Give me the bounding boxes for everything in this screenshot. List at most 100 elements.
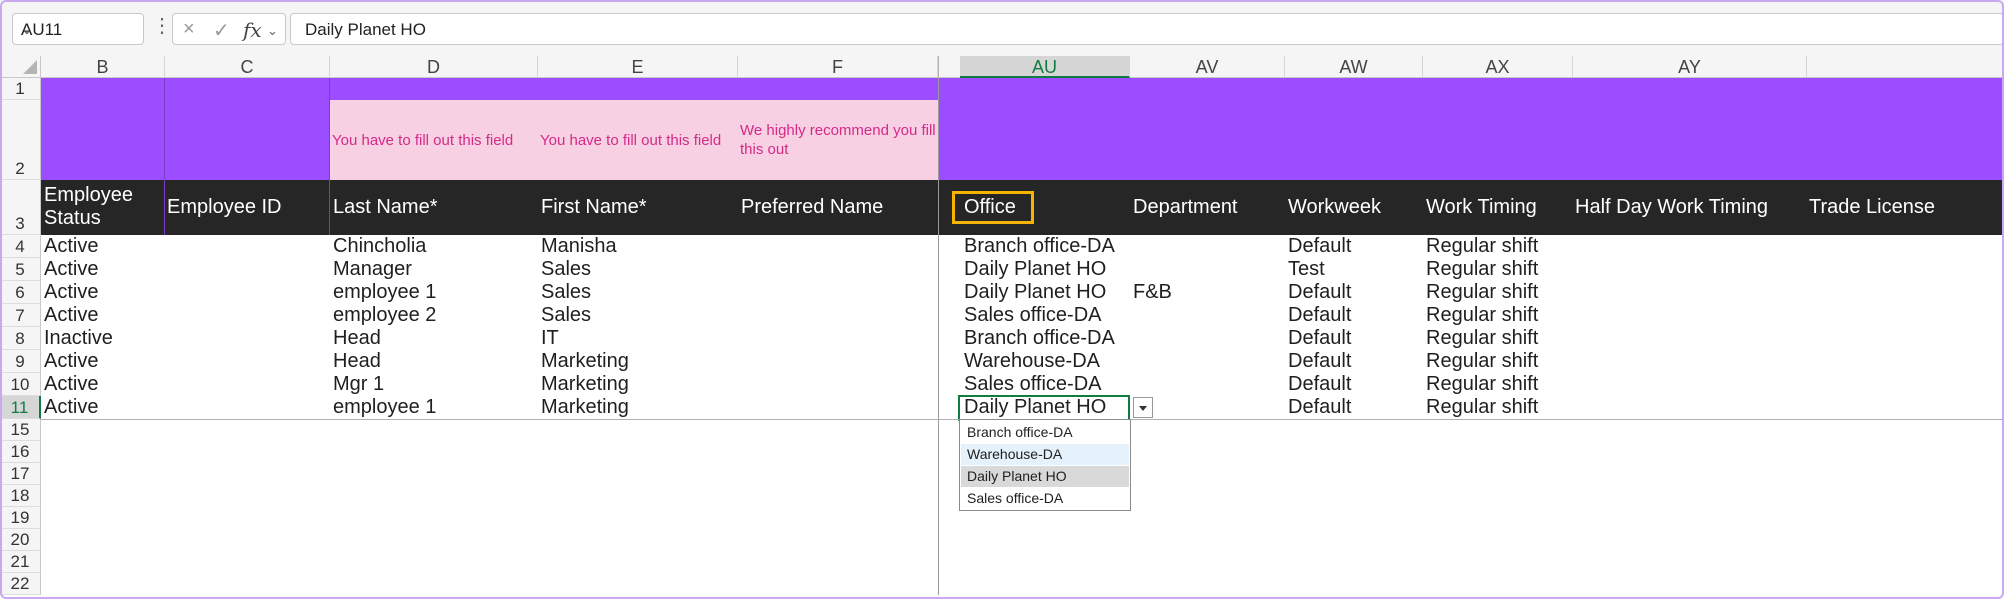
- cell-employee-status[interactable]: Active: [44, 258, 98, 281]
- row-header-selected[interactable]: 11: [0, 396, 41, 419]
- header-half-day-work-timing[interactable]: Half Day Work Timing: [1575, 196, 1768, 219]
- cell-employee-status[interactable]: Active: [44, 396, 98, 419]
- column-header-c[interactable]: C: [165, 56, 330, 78]
- cell-department[interactable]: F&B: [1133, 281, 1172, 304]
- row-header[interactable]: 8: [0, 327, 41, 350]
- column-header-az[interactable]: [1807, 56, 2004, 78]
- cell-employee-status[interactable]: Active: [44, 373, 98, 396]
- cell-work-timing[interactable]: Regular shift: [1426, 235, 1538, 258]
- cell-first-name[interactable]: IT: [541, 327, 559, 350]
- dropdown-arrow-button[interactable]: [1133, 397, 1153, 418]
- name-box[interactable]: AU11 ⌄: [12, 13, 144, 45]
- column-header-av[interactable]: AV: [1130, 56, 1285, 78]
- cell-work-timing[interactable]: Regular shift: [1426, 396, 1538, 419]
- cell-work-timing[interactable]: Regular shift: [1426, 304, 1538, 327]
- row-header[interactable]: 7: [0, 304, 41, 327]
- column-header-ay[interactable]: AY: [1573, 56, 1807, 78]
- cell-work-timing[interactable]: Regular shift: [1426, 258, 1538, 281]
- header-work-timing[interactable]: Work Timing: [1426, 196, 1537, 219]
- formula-input[interactable]: Daily Planet HO: [290, 13, 2004, 45]
- cell-last-name[interactable]: employee 1: [333, 396, 436, 419]
- cell-workweek[interactable]: Default: [1288, 327, 1351, 350]
- cell-last-name[interactable]: Head: [333, 350, 381, 373]
- row-header[interactable]: 22: [0, 573, 41, 595]
- cell-employee-status[interactable]: Inactive: [44, 327, 113, 350]
- cell-first-name[interactable]: Sales: [541, 281, 591, 304]
- cell-office[interactable]: Branch office-DA: [964, 235, 1115, 258]
- more-options-icon[interactable]: ⋮: [152, 13, 172, 38]
- header-workweek[interactable]: Workweek: [1288, 196, 1381, 219]
- cell-first-name[interactable]: Sales: [541, 304, 591, 327]
- cell-work-timing[interactable]: Regular shift: [1426, 327, 1538, 350]
- row-header[interactable]: 15: [0, 419, 41, 441]
- cell-office-active[interactable]: Daily Planet HO: [964, 396, 1106, 419]
- cell-office[interactable]: Warehouse-DA: [964, 350, 1100, 373]
- header-employee-id[interactable]: Employee ID: [167, 196, 282, 219]
- row-header[interactable]: 1: [0, 78, 41, 100]
- column-header-b[interactable]: B: [41, 56, 165, 78]
- cell-last-name[interactable]: Chincholia: [333, 235, 426, 258]
- cell-last-name[interactable]: employee 2: [333, 304, 436, 327]
- header-department[interactable]: Department: [1133, 196, 1238, 219]
- row-header[interactable]: 16: [0, 441, 41, 463]
- cell-office[interactable]: Sales office-DA: [964, 304, 1101, 327]
- row-header[interactable]: 17: [0, 463, 41, 485]
- cell-first-name[interactable]: Marketing: [541, 396, 629, 419]
- cell-workweek[interactable]: Default: [1288, 281, 1351, 304]
- cell-employee-status[interactable]: Active: [44, 235, 98, 258]
- row-header[interactable]: 6: [0, 281, 41, 304]
- cell-employee-status[interactable]: Active: [44, 281, 98, 304]
- cell-employee-status[interactable]: Active: [44, 350, 98, 373]
- column-header-f[interactable]: F: [738, 56, 938, 78]
- column-header-d[interactable]: D: [330, 56, 538, 78]
- header-last-name[interactable]: Last Name*: [333, 196, 438, 219]
- cell-workweek[interactable]: Default: [1288, 373, 1351, 396]
- header-employee-status[interactable]: Employee Status: [44, 184, 164, 230]
- cell-first-name[interactable]: Manisha: [541, 235, 617, 258]
- cell-workweek[interactable]: Default: [1288, 350, 1351, 373]
- row-header[interactable]: 20: [0, 529, 41, 551]
- row-header[interactable]: 9: [0, 350, 41, 373]
- cell-workweek[interactable]: Default: [1288, 235, 1351, 258]
- row-header[interactable]: 4: [0, 235, 41, 258]
- cell-work-timing[interactable]: Regular shift: [1426, 373, 1538, 396]
- header-first-name[interactable]: First Name*: [541, 196, 647, 219]
- row-header[interactable]: 21: [0, 551, 41, 573]
- dropdown-option[interactable]: Sales office-DA: [961, 488, 1129, 509]
- dropdown-option-hovered[interactable]: Warehouse-DA: [961, 444, 1129, 465]
- cell-work-timing[interactable]: Regular shift: [1426, 350, 1538, 373]
- cell-office[interactable]: Branch office-DA: [964, 327, 1115, 350]
- chevron-down-icon[interactable]: ⌄: [21, 21, 135, 38]
- cell-last-name[interactable]: employee 1: [333, 281, 436, 304]
- cell-office[interactable]: Daily Planet HO: [964, 258, 1106, 281]
- dropdown-option-selected[interactable]: Daily Planet HO: [961, 466, 1129, 487]
- confirm-icon[interactable]: ✓: [213, 18, 230, 43]
- column-header-e[interactable]: E: [538, 56, 738, 78]
- cell-first-name[interactable]: Marketing: [541, 350, 629, 373]
- row-header[interactable]: 19: [0, 507, 41, 529]
- header-preferred-name[interactable]: Preferred Name: [741, 196, 883, 219]
- column-header-aw[interactable]: AW: [1285, 56, 1423, 78]
- column-header-ax[interactable]: AX: [1423, 56, 1573, 78]
- row-header[interactable]: 18: [0, 485, 41, 507]
- cell-workweek[interactable]: Test: [1288, 258, 1325, 281]
- function-menu-chevron-icon[interactable]: ⌄: [267, 23, 278, 39]
- cell-first-name[interactable]: Sales: [541, 258, 591, 281]
- cell-last-name[interactable]: Manager: [333, 258, 412, 281]
- cell-workweek[interactable]: Default: [1288, 304, 1351, 327]
- cell-office[interactable]: Daily Planet HO: [964, 281, 1106, 304]
- cell-work-timing[interactable]: Regular shift: [1426, 281, 1538, 304]
- row-header[interactable]: 2: [0, 100, 41, 180]
- insert-function-icon[interactable]: fx: [243, 18, 262, 42]
- cell-employee-status[interactable]: Active: [44, 304, 98, 327]
- cancel-icon[interactable]: ×: [183, 18, 195, 41]
- row-header[interactable]: 10: [0, 373, 41, 396]
- cell-office[interactable]: Sales office-DA: [964, 373, 1101, 396]
- cell-first-name[interactable]: Marketing: [541, 373, 629, 396]
- row-header[interactable]: 3: [0, 180, 41, 235]
- select-all-corner[interactable]: [0, 56, 41, 78]
- cell-last-name[interactable]: Head: [333, 327, 381, 350]
- cell-last-name[interactable]: Mgr 1: [333, 373, 384, 396]
- header-trade-license[interactable]: Trade License: [1809, 196, 1935, 219]
- dropdown-option[interactable]: Branch office-DA: [961, 422, 1129, 443]
